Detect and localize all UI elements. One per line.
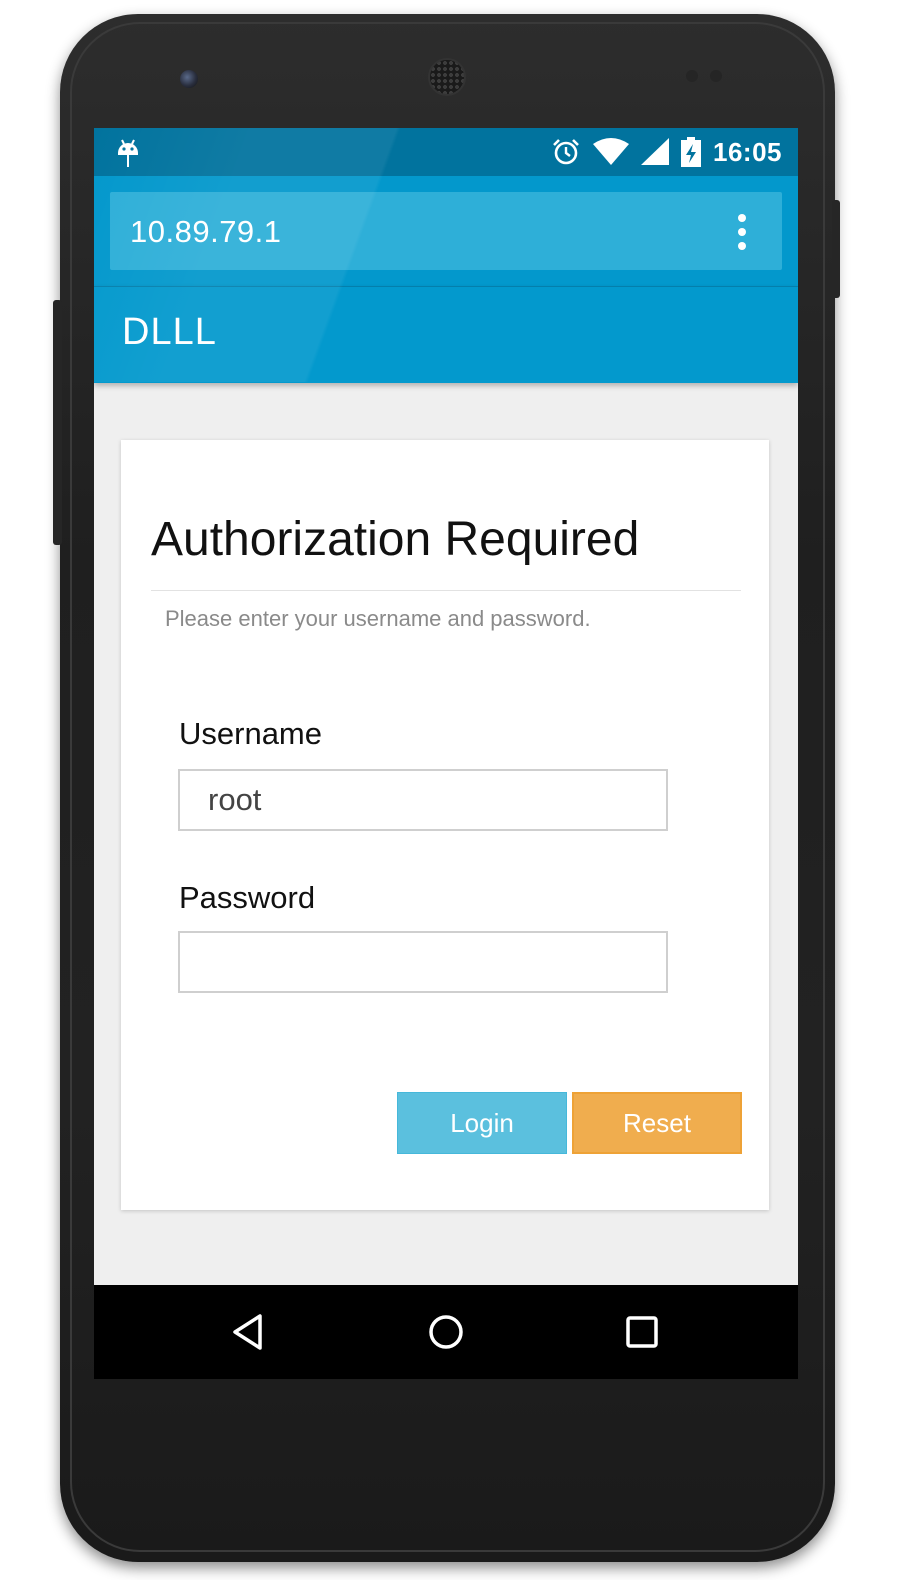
proximity-sensor [686,70,698,82]
username-field[interactable] [178,769,668,831]
recent-apps-icon[interactable] [622,1312,662,1352]
wifi-icon [593,138,629,165]
earpiece-speaker [428,58,466,96]
status-time: 16:05 [713,136,782,167]
browser-toolbar: 10.89.79.1 [94,176,798,286]
page-title: DLLL [122,311,217,353]
url-bar[interactable]: 10.89.79.1 [110,192,782,270]
password-label: Password [179,880,316,915]
signal-icon [641,138,669,165]
login-card: Authorization Required Please enter your… [121,440,769,1210]
screen: 16:05 10.89.79.1 DLLL Authorization Requ… [94,128,798,1378]
login-subtitle: Please enter your username and password. [165,606,591,631]
password-field[interactable] [178,931,668,993]
overflow-menu-icon[interactable] [730,214,754,250]
alarm-icon [553,139,579,165]
login-heading: Authorization Required [151,513,640,566]
light-sensor [710,70,722,82]
login-button[interactable]: Login [397,1092,567,1154]
back-icon[interactable] [230,1312,270,1352]
app-title-bar: DLLL [94,286,798,383]
username-label: Username [179,716,322,751]
url-text[interactable]: 10.89.79.1 [130,214,282,250]
reset-button[interactable]: Reset [572,1092,742,1154]
status-bar: 16:05 [94,128,798,176]
heading-divider [151,590,741,591]
power-button [832,200,840,298]
status-icons: 16:05 [551,128,782,176]
navigation-bar [94,1285,798,1379]
home-icon[interactable] [426,1312,466,1352]
battery-charging-icon [681,137,701,167]
android-icon [118,139,138,167]
volume-button [53,300,62,545]
front-camera [180,70,198,88]
